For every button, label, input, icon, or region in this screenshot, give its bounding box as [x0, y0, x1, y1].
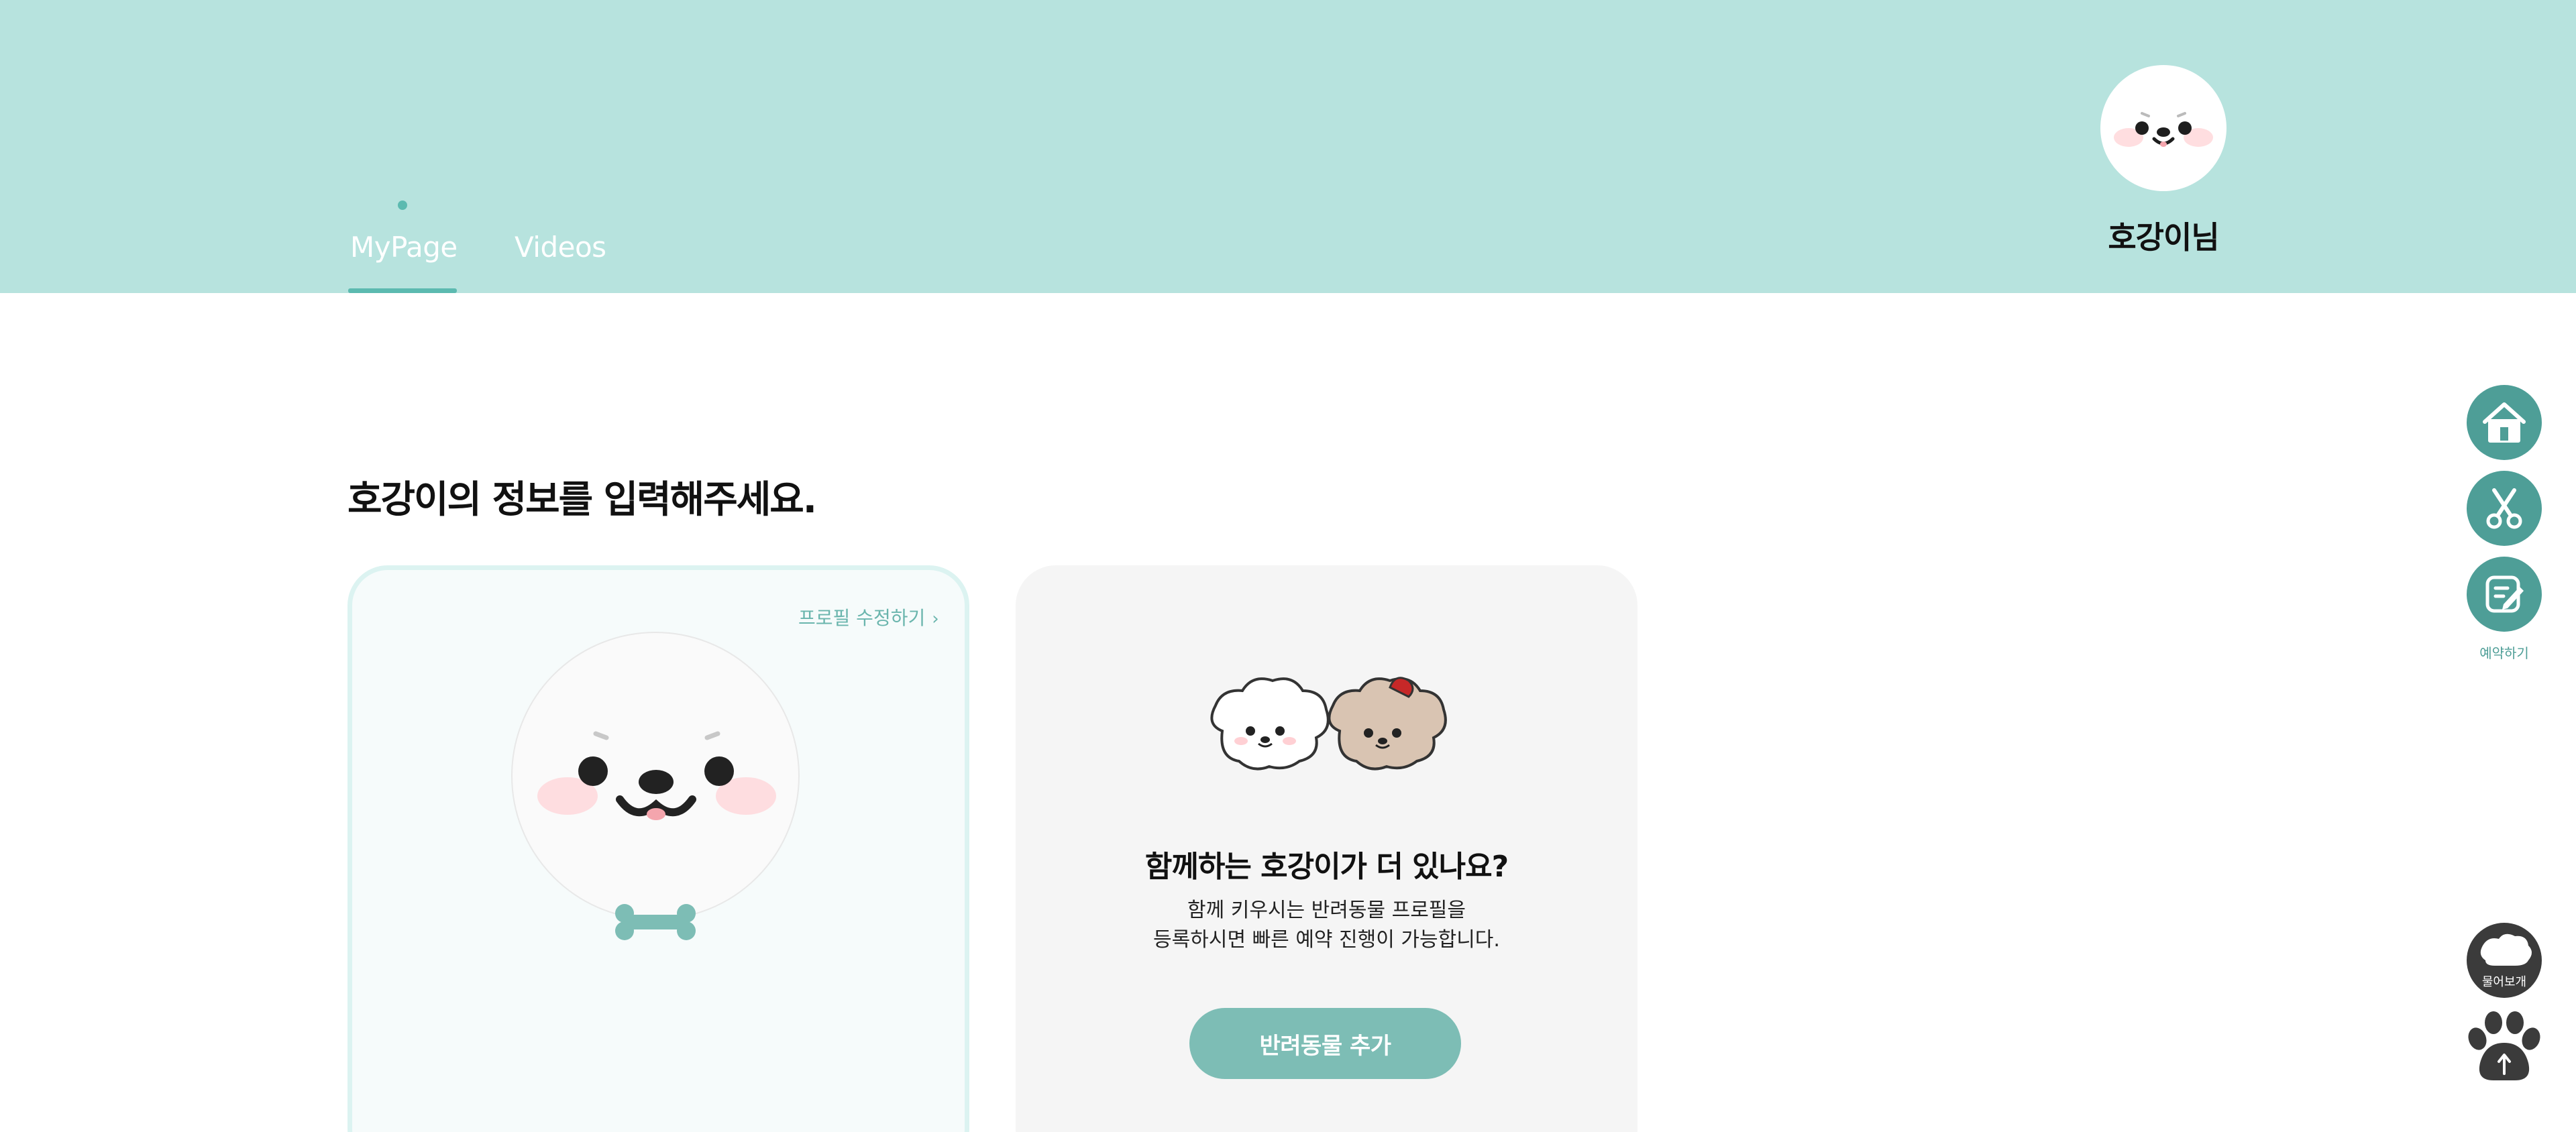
- dog-face-avatar-icon: [2114, 112, 2213, 147]
- add-pet-desc-line2: 등록하시면 빠른 예약 진행이 가능합니다.: [1153, 928, 1500, 952]
- add-pet-button[interactable]: 반려동물 추가: [1189, 1008, 1461, 1079]
- scissors-icon: [2486, 488, 2522, 529]
- add-pet-title: 함께하는 호강이가 더 있나요?: [1144, 850, 1509, 884]
- page-title: 호강이의 정보를 입력해주세요.: [347, 478, 817, 522]
- home-icon: [2483, 402, 2526, 443]
- scroll-top-button[interactable]: [2463, 1009, 2546, 1084]
- user-avatar[interactable]: [2100, 65, 2226, 191]
- ask-label: 물어보개: [2481, 975, 2527, 989]
- paw-arrow-up-icon: [2468, 1011, 2540, 1080]
- add-pet-description: 함께 키우시는 반려동물 프로필을 등록하시면 빠른 예약 진행이 가능합니다.: [1016, 896, 1638, 955]
- ask-button[interactable]: 물어보개: [2467, 923, 2542, 998]
- add-pet-desc-line1: 함께 키우시는 반려동물 프로필을: [1187, 899, 1466, 922]
- page: MyPage Videos 호강이님 호강이의 정보를 입력해주세요. 프로필 …: [0, 0, 2576, 1132]
- user-name: 호강이님: [2108, 219, 2219, 256]
- edit-profile-label: 프로필 수정하기: [798, 607, 926, 629]
- active-tab-dot: [398, 201, 407, 210]
- reservation-label: 예약하기: [2479, 645, 2529, 661]
- pet-photo[interactable]: [511, 632, 800, 920]
- dog-face-photo-icon: [537, 731, 776, 820]
- bone-icon: [615, 904, 696, 940]
- reservation-button[interactable]: [2467, 557, 2542, 632]
- home-button[interactable]: [2467, 385, 2542, 460]
- edit-profile-link[interactable]: 프로필 수정하기 ›: [798, 604, 939, 630]
- tab-videos[interactable]: Videos: [515, 231, 606, 264]
- add-pet-card: 함께하는 호강이가 더 있나요? 함께 키우시는 반려동물 프로필을 등록하시면…: [1016, 565, 1638, 1132]
- two-dogs-illustration-icon: [1210, 677, 1447, 771]
- active-tab-underline: [348, 288, 457, 293]
- top-header: MyPage Videos 호강이님: [0, 0, 2576, 293]
- grooming-button[interactable]: [2467, 471, 2542, 546]
- pet-profile-card: 프로필 수정하기 ›: [347, 565, 969, 1132]
- chevron-right-icon: ›: [932, 609, 939, 629]
- tab-mypage[interactable]: MyPage: [350, 231, 458, 264]
- edit-note-icon: [2485, 575, 2524, 613]
